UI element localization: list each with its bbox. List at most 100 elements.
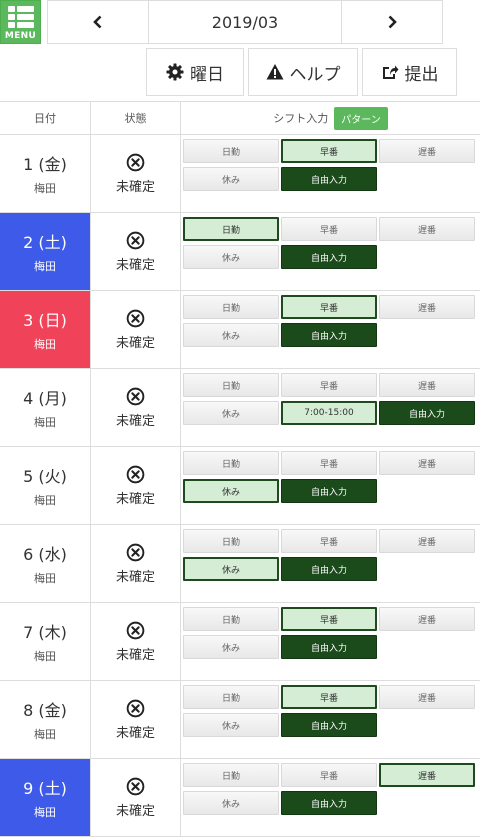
menu-label: MENU bbox=[4, 31, 37, 41]
status-label: 未確定 bbox=[115, 725, 155, 741]
shift-option-button[interactable]: 休み bbox=[183, 557, 279, 581]
shift-option-button[interactable]: 日勤 bbox=[183, 373, 279, 397]
status-label: 未確定 bbox=[115, 413, 155, 429]
weekday-button[interactable]: 曜日 bbox=[146, 48, 244, 96]
header-date: 日付 bbox=[34, 112, 56, 125]
month-title: 2019/03 bbox=[148, 1, 342, 43]
menu-button[interactable]: MENU bbox=[0, 0, 41, 44]
shift-option-button[interactable]: 日勤 bbox=[183, 451, 279, 475]
shift-option-button[interactable]: 遅番 bbox=[379, 451, 475, 475]
status-label: 未確定 bbox=[115, 569, 155, 585]
shift-option-button[interactable]: 休み bbox=[183, 635, 279, 659]
shift-cell: 日勤 早番 遅番休み 自由入力 bbox=[181, 681, 480, 758]
shift-cell: 日勤 早番 遅番休み 7:00-15:00 自由入力 bbox=[181, 369, 480, 446]
status-cell: 未確定 bbox=[90, 135, 181, 212]
shift-option-button[interactable]: 日勤 bbox=[183, 685, 279, 709]
date-cell: 4 (月) 梅田 bbox=[0, 369, 90, 446]
status-label: 未確定 bbox=[115, 803, 155, 819]
shift-option-button[interactable]: 休み bbox=[183, 713, 279, 737]
shift-option-button[interactable]: 遅番 bbox=[379, 529, 475, 553]
status-cell: 未確定 bbox=[90, 603, 181, 680]
close-circle-icon bbox=[126, 699, 145, 717]
shift-option-button[interactable]: 早番 bbox=[281, 217, 377, 241]
pattern-button[interactable]: パターン bbox=[334, 106, 388, 130]
table-row: 9 (土) 梅田 未確定 日勤 早番 遅番休み 自由入力 bbox=[0, 759, 480, 837]
submit-label: 提出 bbox=[404, 64, 439, 85]
close-circle-icon bbox=[126, 309, 145, 327]
shift-option-button[interactable]: 遅番 bbox=[379, 763, 475, 787]
shift-option-button[interactable]: 自由入力 bbox=[281, 791, 377, 815]
prev-month-button[interactable] bbox=[48, 1, 148, 43]
shift-option-button[interactable]: 遅番 bbox=[379, 295, 475, 319]
help-button[interactable]: ヘルプ bbox=[248, 48, 358, 96]
submit-button[interactable]: 提出 bbox=[362, 48, 457, 96]
shift-option-button[interactable]: 早番 bbox=[281, 295, 377, 319]
shift-option-button[interactable]: 休み bbox=[183, 323, 279, 347]
shift-option-button[interactable]: 自由入力 bbox=[281, 323, 377, 347]
shift-option-button[interactable]: 休み bbox=[183, 401, 279, 425]
close-circle-icon bbox=[126, 153, 145, 171]
close-circle-icon bbox=[126, 465, 145, 483]
shift-option-button[interactable]: 遅番 bbox=[379, 373, 475, 397]
shift-option-button[interactable]: 休み bbox=[183, 245, 279, 269]
shift-option-button[interactable]: 自由入力 bbox=[281, 713, 377, 737]
shift-option-button[interactable]: 早番 bbox=[281, 451, 377, 475]
shift-option-button[interactable]: 早番 bbox=[281, 529, 377, 553]
header-status: 状態 bbox=[90, 102, 181, 134]
day-label: 8 (金) bbox=[23, 701, 67, 720]
status-cell: 未確定 bbox=[90, 447, 181, 524]
toolbar: 曜日 ヘルプ 提出 bbox=[146, 48, 457, 96]
shift-cell: 日勤 早番 遅番休み 自由入力 bbox=[181, 525, 480, 602]
shift-option-button[interactable]: 休み bbox=[183, 479, 279, 503]
shift-option-button[interactable]: 遅番 bbox=[379, 217, 475, 241]
shift-option-button[interactable]: 自由入力 bbox=[281, 635, 377, 659]
shift-option-button[interactable]: 自由入力 bbox=[281, 479, 377, 503]
close-circle-icon bbox=[126, 777, 145, 795]
date-cell: 9 (土) 梅田 bbox=[0, 759, 90, 836]
shift-option-button[interactable]: 日勤 bbox=[183, 529, 279, 553]
shift-option-button[interactable]: 遅番 bbox=[379, 607, 475, 631]
shift-option-button[interactable]: 日勤 bbox=[183, 295, 279, 319]
table-row: 6 (水) 梅田 未確定 日勤 早番 遅番 休み 自由入力 bbox=[0, 525, 480, 603]
shift-option-button[interactable]: 日勤 bbox=[183, 217, 279, 241]
close-circle-icon bbox=[126, 231, 145, 249]
shift-option-button[interactable]: 早番 bbox=[281, 139, 377, 163]
shift-option-button[interactable]: 日勤 bbox=[183, 607, 279, 631]
warning-icon bbox=[266, 64, 283, 80]
next-month-button[interactable] bbox=[342, 1, 442, 43]
shift-option-button[interactable]: 自由入力 bbox=[379, 401, 475, 425]
status-cell: 未確定 bbox=[90, 759, 181, 836]
shift-option-button[interactable]: 遅番 bbox=[379, 685, 475, 709]
shift-option-button[interactable]: 早番 bbox=[281, 685, 377, 709]
location-label: 梅田 bbox=[34, 650, 56, 663]
close-circle-icon bbox=[126, 387, 145, 405]
shift-option-button[interactable]: 日勤 bbox=[183, 763, 279, 787]
date-cell: 3 (日) 梅田 bbox=[0, 291, 90, 368]
shift-option-button[interactable]: 早番 bbox=[281, 373, 377, 397]
shift-option-button[interactable]: 早番 bbox=[281, 763, 377, 787]
shift-cell: 日勤 早番 遅番休み 自由入力 bbox=[181, 291, 480, 368]
shift-option-button[interactable]: 早番 bbox=[281, 607, 377, 631]
shift-option-button[interactable]: 日勤 bbox=[183, 139, 279, 163]
shift-option-button[interactable]: 休み bbox=[183, 167, 279, 191]
status-label: 未確定 bbox=[115, 335, 155, 351]
shift-table: 日付 状態 シフト入力 パターン 1 (金) 梅田 未確定 日勤 早番 遅番 休み 自由入力 2… bbox=[0, 101, 480, 837]
close-circle-icon bbox=[126, 543, 145, 561]
weekday-label: 曜日 bbox=[190, 64, 224, 85]
day-label: 1 (金) bbox=[23, 155, 67, 174]
date-cell: 8 (金) 梅田 bbox=[0, 681, 90, 758]
shift-option-button[interactable]: 7:00-15:00 bbox=[281, 401, 377, 425]
day-label: 5 (火) bbox=[23, 467, 67, 486]
status-cell: 未確定 bbox=[90, 291, 181, 368]
help-label: ヘルプ bbox=[289, 64, 341, 85]
status-cell: 未確定 bbox=[90, 525, 181, 602]
day-label: 6 (水) bbox=[23, 545, 67, 564]
shift-option-button[interactable]: 遅番 bbox=[379, 139, 475, 163]
shift-option-button[interactable]: 自由入力 bbox=[281, 167, 377, 191]
shift-option-button[interactable]: 自由入力 bbox=[281, 245, 377, 269]
shift-option-button[interactable]: 休み bbox=[183, 791, 279, 815]
date-cell: 5 (火) 梅田 bbox=[0, 447, 90, 524]
table-row: 1 (金) 梅田 未確定 日勤 早番 遅番 休み 自由入力 bbox=[0, 135, 480, 213]
table-row: 3 (日) 梅田 未確定 日勤 早番 遅番休み 自由入力 bbox=[0, 291, 480, 369]
shift-option-button[interactable]: 自由入力 bbox=[281, 557, 377, 581]
